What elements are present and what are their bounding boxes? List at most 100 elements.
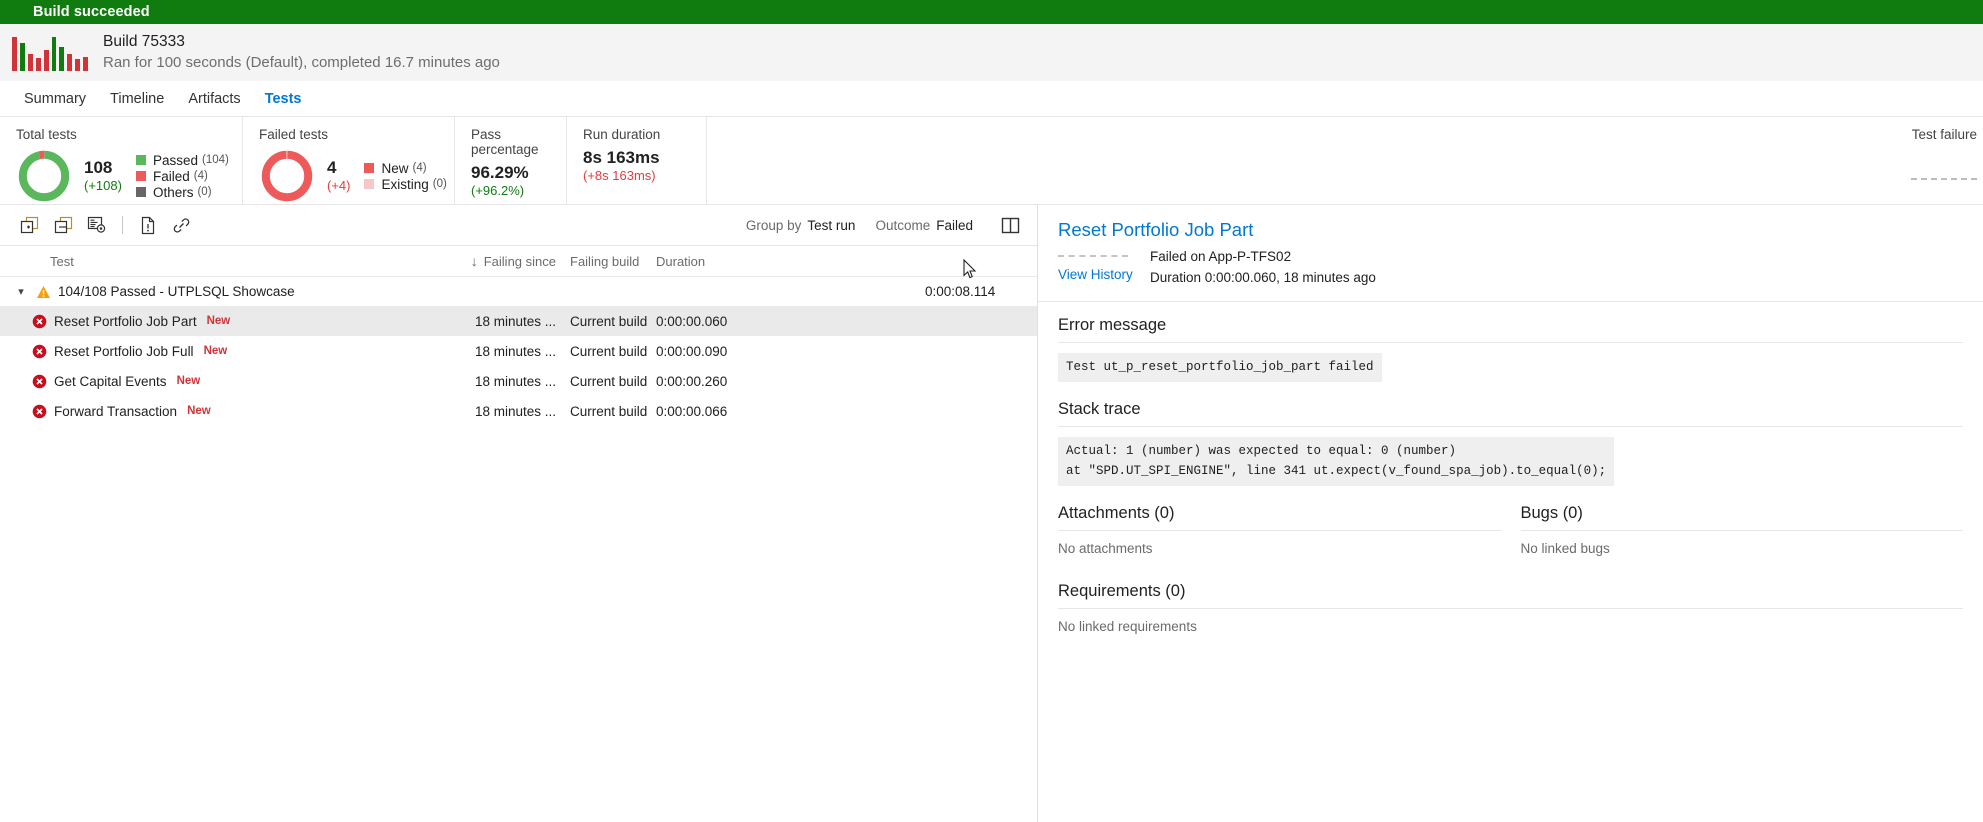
history-dashed-line xyxy=(1058,255,1128,257)
stat-run-duration-label: Run duration xyxy=(583,127,706,142)
existing-swatch-icon xyxy=(364,179,374,189)
tab-tests[interactable]: Tests xyxy=(253,82,314,116)
stack-trace-content: Actual: 1 (number) was expected to equal… xyxy=(1058,437,1614,486)
legend-label: Failed xyxy=(153,169,190,184)
status-badge: New xyxy=(204,345,228,357)
link-icon[interactable] xyxy=(165,208,199,242)
column-header-test[interactable]: Test xyxy=(0,254,430,269)
failed-icon xyxy=(28,344,50,359)
failed-tests-delta: (+4) xyxy=(327,178,350,194)
page-root: Build succeeded Build 75333 Ran for 100 … xyxy=(0,0,1983,822)
legend-item: New (4) xyxy=(364,161,446,176)
run-duration-value: 8s 163ms xyxy=(583,148,660,168)
status-badge: New xyxy=(177,375,201,387)
failing-since-value: 18 minutes ... xyxy=(430,374,562,389)
tests-toolbar: Group by Test run Outcome Failed xyxy=(0,205,1037,246)
build-history-sparkline xyxy=(12,35,88,71)
table-row[interactable]: Get Capital Events New 18 minutes ... Cu… xyxy=(0,366,1037,396)
table-row[interactable]: Forward Transaction New 18 minutes ... C… xyxy=(0,396,1037,426)
failed-swatch-icon xyxy=(136,171,146,181)
failed-icon xyxy=(28,314,50,329)
requirements-heading: Requirements (0) xyxy=(1058,582,1963,609)
test-detail-title[interactable]: Reset Portfolio Job Part xyxy=(1058,219,1963,241)
tab-timeline[interactable]: Timeline xyxy=(98,82,176,116)
build-status-text: Build succeeded xyxy=(33,4,150,20)
sparkline-bar xyxy=(75,59,80,71)
pass-percentage-value: 96.29% xyxy=(471,163,529,183)
sparkline-bar xyxy=(52,37,57,71)
column-header-duration[interactable]: Duration xyxy=(648,254,768,269)
outcome-value[interactable]: Failed xyxy=(936,218,973,233)
legend-count: (104) xyxy=(202,154,229,166)
tests-content: Group by Test run Outcome Failed Test xyxy=(0,205,1983,822)
duration-value: 0:00:00.090 xyxy=(648,344,768,359)
legend-label: Others xyxy=(153,185,194,200)
tests-left-pane: Group by Test run Outcome Failed Test xyxy=(0,205,1038,822)
sparkline-bar xyxy=(36,58,41,71)
column-header-failing-build[interactable]: Failing build xyxy=(562,254,648,269)
passed-swatch-icon xyxy=(136,155,146,165)
chevron-down-icon[interactable]: ▾ xyxy=(10,285,32,298)
sparkline-bar xyxy=(67,54,72,71)
group-duration: 0:00:08.114 xyxy=(917,284,1037,299)
test-detail-header: Reset Portfolio Job Part View History Fa… xyxy=(1038,205,1983,302)
build-status-banner: Build succeeded xyxy=(0,0,1983,24)
tab-summary[interactable]: Summary xyxy=(12,82,98,116)
test-settings-icon[interactable] xyxy=(80,208,114,242)
collapse-all-icon[interactable] xyxy=(46,208,80,242)
stat-total-tests: Total tests 108 (+108) Passed (1 xyxy=(0,117,243,204)
failing-since-value: 18 minutes ... xyxy=(430,314,562,329)
test-summary-stats: Total tests 108 (+108) Passed (1 xyxy=(0,117,1983,205)
stat-total-tests-label: Total tests xyxy=(16,127,242,142)
toolbar-filters: Group by Test run Outcome Failed xyxy=(746,208,1037,242)
requirements-empty-text: No linked requirements xyxy=(1058,619,1963,634)
test-name: Reset Portfolio Job Full xyxy=(54,344,194,359)
failed-on-text: Failed on App-P-TFS02 xyxy=(1150,247,1376,268)
duration-value: 0:00:00.260 xyxy=(648,374,768,389)
sort-down-arrow-icon: ↓ xyxy=(471,253,478,269)
failed-tests-legend: New (4) Existing (0) xyxy=(364,161,466,192)
warning-icon xyxy=(32,285,54,299)
error-message-content: Test ut_p_reset_portfolio_job_part faile… xyxy=(1058,353,1382,382)
stat-pass-percentage: Pass percentage 96.29% (+96.2%) xyxy=(455,117,567,204)
status-badge: New xyxy=(207,315,231,327)
tests-table-header: Test ↓ Failing since Failing build Durat… xyxy=(0,246,1037,277)
run-duration-delta: (+8s 163ms) xyxy=(583,168,660,184)
pass-percentage-delta: (+96.2%) xyxy=(471,183,529,199)
attachments-empty-text: No attachments xyxy=(1058,541,1501,556)
failing-since-value: 18 minutes ... xyxy=(430,404,562,419)
table-row[interactable]: Reset Portfolio Job Part New 18 minutes … xyxy=(0,306,1037,336)
group-by-value[interactable]: Test run xyxy=(807,218,855,233)
report-icon[interactable] xyxy=(131,208,165,242)
test-name: Reset Portfolio Job Part xyxy=(54,314,197,329)
sparkline-bar xyxy=(83,57,88,71)
total-tests-delta: (+108) xyxy=(84,178,122,194)
stat-failed-tests: Failed tests 4 (+4) New (4) xyxy=(243,117,455,204)
status-badge: New xyxy=(187,405,211,417)
failing-build-value: Current build xyxy=(562,314,648,329)
failing-build-value: Current build xyxy=(562,404,648,419)
build-title: Build 75333 xyxy=(103,32,500,53)
bugs-empty-text: No linked bugs xyxy=(1521,541,1964,556)
column-header-failing-since[interactable]: ↓ Failing since xyxy=(430,253,562,269)
legend-item: Others (0) xyxy=(136,185,229,200)
test-name: Forward Transaction xyxy=(54,404,177,419)
bugs-heading: Bugs (0) xyxy=(1521,504,1964,531)
tab-artifacts[interactable]: Artifacts xyxy=(176,82,252,116)
table-row[interactable]: Reset Portfolio Job Full New 18 minutes … xyxy=(0,336,1037,366)
test-run-group-row[interactable]: ▾ 104/108 Passed - UTPLSQL Showcase 0:00… xyxy=(0,277,1037,306)
stat-failed-tests-label: Failed tests xyxy=(259,127,454,142)
stat-pass-percentage-label: Pass percentage xyxy=(471,127,566,157)
failing-build-value: Current build xyxy=(562,344,648,359)
expand-all-icon[interactable] xyxy=(12,208,46,242)
failed-tests-value: 4 xyxy=(327,158,350,178)
view-history-link[interactable]: View History xyxy=(1058,267,1133,282)
total-tests-value: 108 xyxy=(84,158,122,178)
build-tabs: Summary Timeline Artifacts Tests xyxy=(0,82,1983,117)
legend-label: Existing xyxy=(381,177,428,192)
group-by-label: Group by xyxy=(746,218,802,233)
sparkline-bar xyxy=(59,47,64,71)
legend-count: (4) xyxy=(413,162,427,174)
split-pane-icon[interactable] xyxy=(993,208,1027,242)
stat-test-failure-label: Test failure xyxy=(1743,127,1983,142)
